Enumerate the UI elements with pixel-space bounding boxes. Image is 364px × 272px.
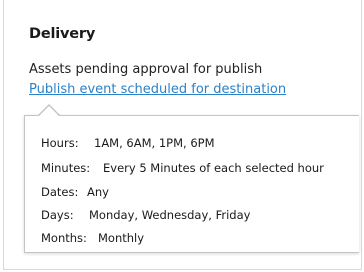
schedule-label: Minutes: [41, 161, 91, 175]
schedule-value: Any [87, 185, 109, 199]
delivery-title: Delivery [29, 26, 96, 42]
schedule-label: Days: [41, 208, 74, 222]
schedule-row-dates: Dates: Any [41, 185, 109, 199]
publish-event-link[interactable]: Publish event scheduled for destination [29, 82, 286, 97]
delivery-status-text: Assets pending approval for publish [29, 62, 263, 77]
tooltip-arrow-fill [39, 106, 59, 116]
schedule-value: Monthly [98, 231, 145, 245]
schedule-row-months: Months: Monthly [41, 231, 144, 245]
schedule-row-hours: Hours: 1AM, 6AM, 1PM, 6PM [41, 136, 215, 150]
schedule-label: Hours: [41, 136, 79, 150]
schedule-tooltip: Hours: 1AM, 6AM, 1PM, 6PM Minutes: Every… [24, 115, 359, 253]
schedule-label: Months: [41, 231, 87, 245]
schedule-value: Every 5 Minutes of each selected hour [103, 161, 324, 175]
schedule-value: 1AM, 6AM, 1PM, 6PM [94, 136, 215, 150]
schedule-row-days: Days: Monday, Wednesday, Friday [41, 208, 250, 222]
schedule-row-minutes: Minutes: Every 5 Minutes of each selecte… [41, 161, 324, 175]
schedule-label: Dates: [41, 185, 79, 199]
schedule-value: Monday, Wednesday, Friday [89, 208, 251, 222]
